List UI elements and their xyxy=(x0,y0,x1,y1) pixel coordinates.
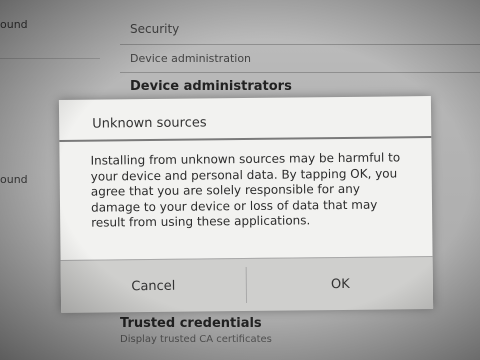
left-pane-item[interactable]: ound xyxy=(0,18,28,31)
trusted-credentials-subtitle: Display trusted CA certificates xyxy=(120,334,272,345)
section-divider xyxy=(120,44,480,45)
dialog-title: Unknown sources xyxy=(92,115,207,132)
trusted-credentials-item[interactable]: Trusted credentials xyxy=(120,316,262,331)
unknown-sources-dialog: Unknown sources Installing from unknown … xyxy=(58,96,434,313)
section-header-security: Security xyxy=(130,22,180,36)
left-pane-item[interactable]: ound xyxy=(0,173,28,186)
section-header-device-administration: Device administration xyxy=(130,52,252,65)
dialog-message: Installing from unknown sources may be h… xyxy=(90,150,401,230)
left-pane-divider xyxy=(0,58,100,59)
settings-screen: ound ound Security Device administration… xyxy=(0,0,480,360)
device-administrators-item[interactable]: Device administrators xyxy=(130,79,292,94)
section-divider xyxy=(120,72,480,73)
ok-button[interactable]: OK xyxy=(248,257,434,311)
dialog-button-bar: Cancel OK xyxy=(60,256,434,313)
dialog-title-divider xyxy=(59,136,432,142)
cancel-button[interactable]: Cancel xyxy=(61,259,247,313)
